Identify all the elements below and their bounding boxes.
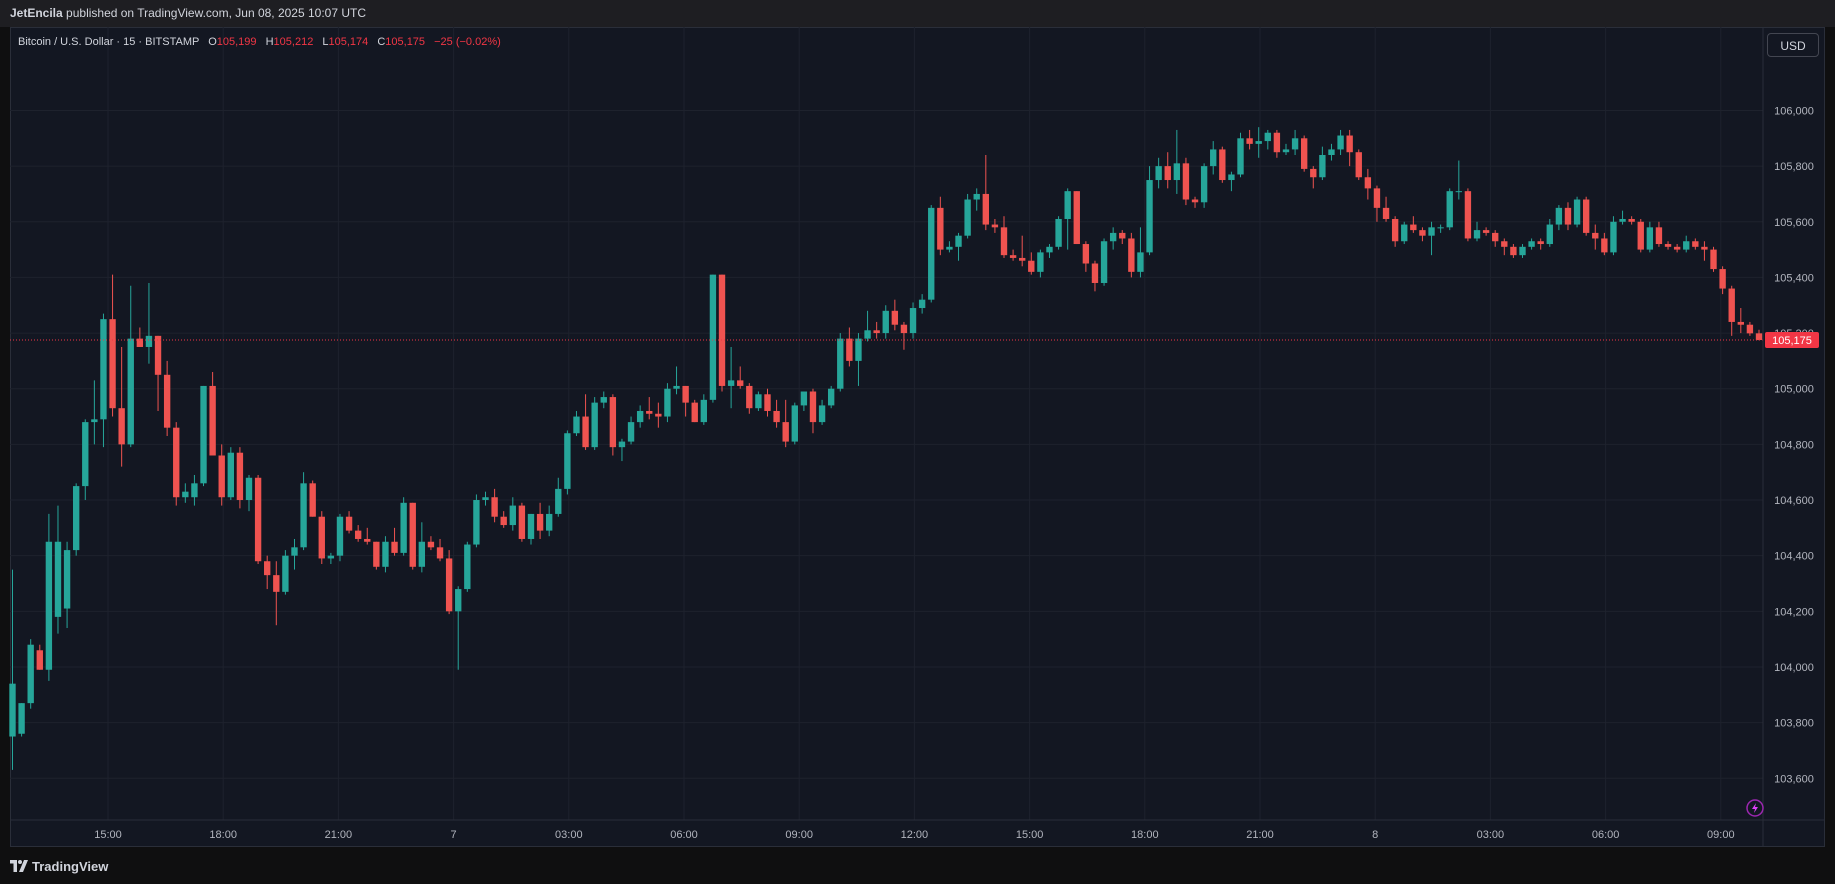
high-label: H — [265, 36, 274, 48]
low-value: 105,174 — [328, 36, 369, 48]
chart-frame[interactable] — [10, 27, 1825, 847]
currency-button[interactable]: USD — [1767, 33, 1819, 57]
tradingview-logo[interactable]: TradingView — [10, 857, 108, 875]
open-label: O — [208, 36, 217, 48]
symbol-name[interactable]: Bitcoin / U.S. Dollar · 15 · BITSTAMP — [18, 36, 199, 48]
symbol-legend[interactable]: Bitcoin / U.S. Dollar · 15 · BITSTAMP O1… — [18, 34, 501, 50]
author-name[interactable]: JetEncila — [10, 6, 63, 20]
publish-header: JetEncila published on TradingView.com, … — [0, 0, 1835, 27]
change-value: −25 (−0.02%) — [434, 36, 501, 48]
tradingview-logo-icon — [10, 860, 28, 872]
tradingview-brand: TradingView — [32, 858, 109, 874]
publish-info: published on TradingView.com, Jun 08, 20… — [66, 6, 367, 20]
footer: TradingView — [0, 847, 1835, 884]
open-value: 105,199 — [216, 36, 257, 48]
high-value: 105,212 — [273, 36, 314, 48]
close-value: 105,175 — [385, 36, 426, 48]
